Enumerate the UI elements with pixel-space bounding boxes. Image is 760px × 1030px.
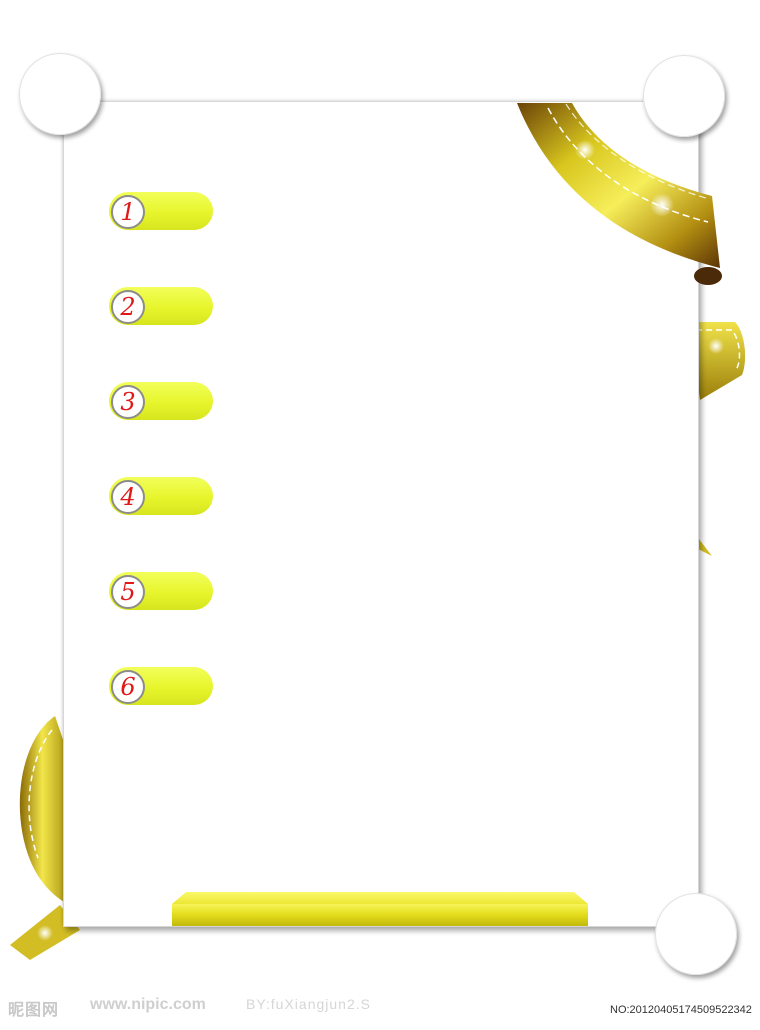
corner-top-left [19, 53, 101, 135]
list-item-5: 5 [109, 572, 213, 610]
foreground-ribbons [37, 103, 724, 941]
number-badge: 5 [111, 575, 145, 609]
corner-top-right [643, 55, 725, 137]
number-badge: 6 [111, 670, 145, 704]
bottom-left-sparkle [37, 925, 53, 941]
watermark-author: BY:fuXiangjun2.S [246, 996, 371, 1012]
watermark-site-name: 昵图网 [8, 1002, 60, 1019]
number-badge: 4 [111, 480, 145, 514]
number-badge: 3 [111, 385, 145, 419]
list-item-1: 1 [109, 192, 213, 230]
number-badge: 2 [111, 290, 145, 324]
list-item-6: 6 [109, 667, 213, 705]
list-item-4: 4 [109, 477, 213, 515]
list-item-2: 2 [109, 287, 213, 325]
list-item-3: 3 [109, 382, 213, 420]
top-right-ribbon [517, 103, 724, 354]
bottom-bar [172, 892, 588, 926]
watermark-url: www.nipic.com [90, 996, 206, 1013]
number-badge: 1 [111, 195, 145, 229]
corner-bottom-right [655, 893, 737, 975]
watermark-number: NO:20120405174509522342 [610, 1004, 752, 1016]
